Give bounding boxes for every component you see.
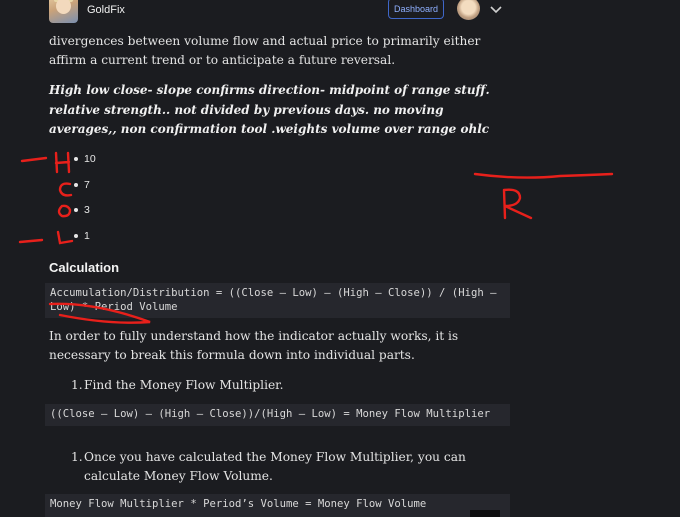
bullet-dot [74,208,78,213]
scrollbar-thumb[interactable] [470,510,500,517]
bullet-dot [74,157,78,162]
brand-name[interactable]: GoldFix [87,4,125,16]
note-paragraph: High low close- slope confirms direction… [49,83,490,136]
list-item: 1 [74,230,90,242]
top-navbar: GoldFix Dashboard [0,0,680,26]
code-block-flow-volume: Money Flow Multiplier * Period’s Volume … [45,494,510,517]
list-item: 7 [74,179,90,191]
user-avatar[interactable] [457,0,480,20]
explain-paragraph: In order to fully understand how the ind… [49,329,459,362]
avatar-face [56,0,71,14]
list-item-text: 1 [84,230,90,242]
annotation-letter-l [56,230,74,245]
code-block-formula: Accumulation/Distribution = ((Close – Lo… [45,283,510,318]
list-number: 1. [71,450,83,464]
dashboard-button[interactable]: Dashboard [388,0,444,19]
list-item: 10 [74,153,96,165]
annotation-dash-l [18,238,44,244]
code-block-multiplier: ((Close – Low) – (High – Close))/(High –… [45,404,510,426]
handwritten-annotations [18,151,614,324]
list-item: 3 [74,204,90,216]
annotation-dash-h [20,156,48,163]
intro-paragraph: divergences between volume flow and actu… [49,34,481,67]
bullet-dot [74,234,78,239]
list-item-text: 7 [84,179,90,191]
list-item-text: Once you have calculated the Money Flow … [84,450,466,483]
ordered-list-item: 1. Find the Money Flow Multiplier. [71,376,501,396]
list-number: 1. [71,378,83,392]
chevron-down-icon[interactable] [489,3,503,17]
annotation-line-r [473,172,614,179]
annotation-letter-r [502,188,533,220]
site-logo-avatar[interactable] [49,0,78,23]
annotation-letter-c [58,182,73,197]
annotation-letter-h [54,151,71,174]
list-item-text: 3 [84,204,90,216]
annotation-letter-o [57,204,72,218]
section-heading: Calculation [49,260,120,275]
bullet-dot [74,183,78,188]
ordered-list-item: 1. Once you have calculated the Money Fl… [71,448,501,488]
list-item-text: Find the Money Flow Multiplier. [84,378,284,392]
list-item-text: 10 [84,153,96,165]
